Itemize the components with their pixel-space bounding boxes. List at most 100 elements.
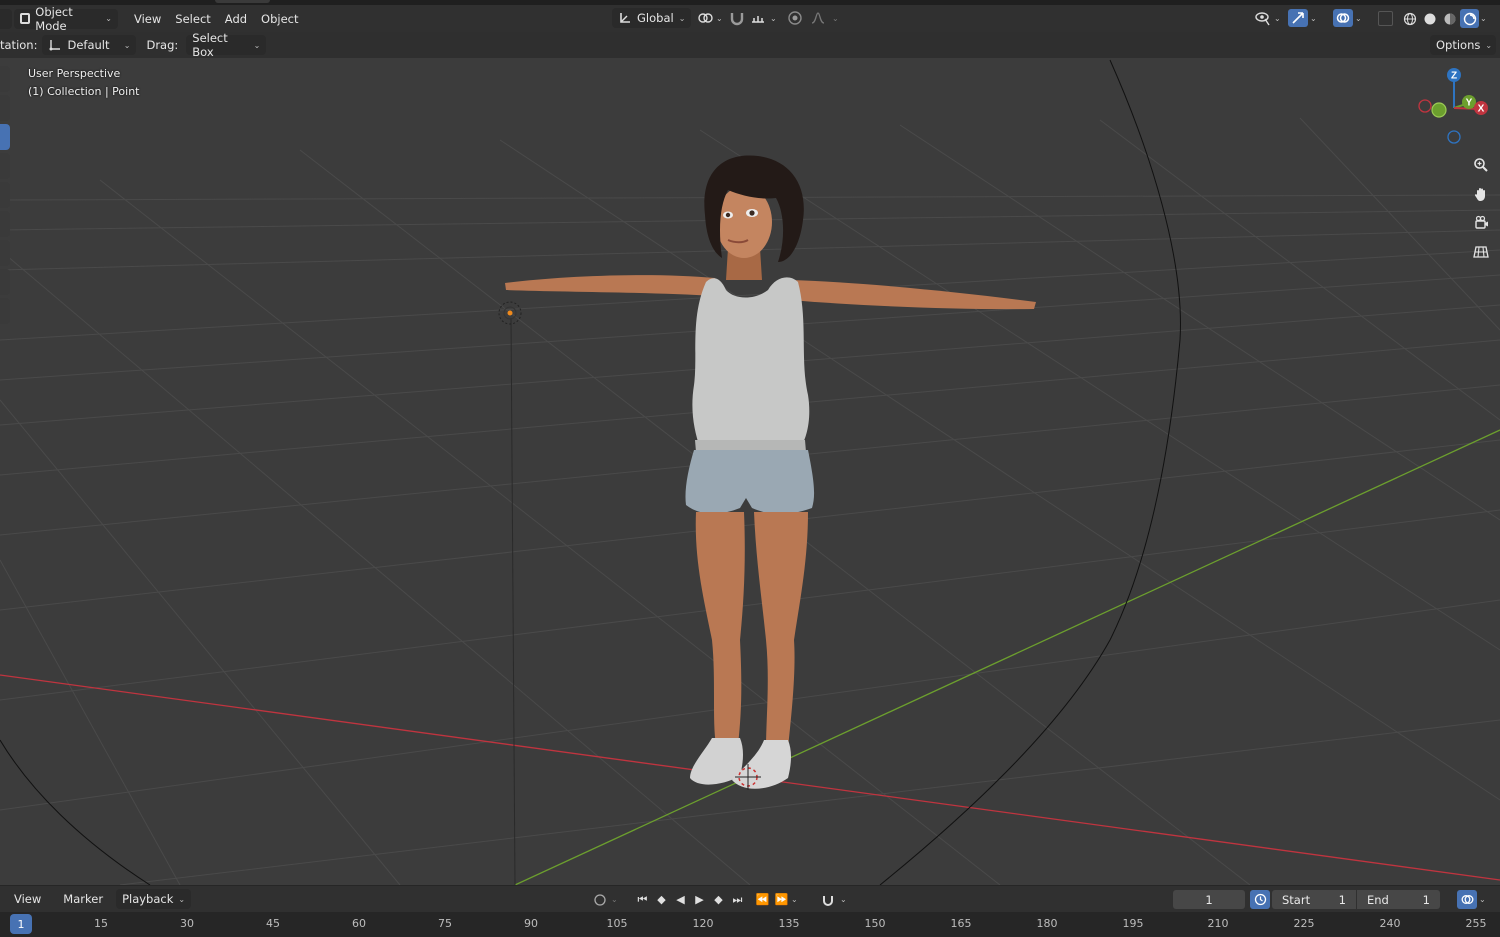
- character-model: [505, 155, 1036, 790]
- gizmo-icon: [1288, 9, 1308, 27]
- ruler-tick: 105: [606, 917, 628, 930]
- playhead-frame-indicator[interactable]: 1: [10, 914, 32, 934]
- solid-shading-icon[interactable]: [1420, 9, 1439, 28]
- timeline-ruler[interactable]: 1 15 30 45 60 75 90 105 120 135 150 165 …: [0, 912, 1500, 937]
- gizmo-toggle[interactable]: ⌄: [1288, 9, 1317, 27]
- proportional-editing[interactable]: ⌄: [786, 9, 839, 27]
- record-icon[interactable]: [590, 890, 609, 909]
- options-dropdown[interactable]: Options ⌄: [1430, 35, 1496, 55]
- chevron-down-icon: ⌄: [1479, 895, 1486, 904]
- mode-dropdown[interactable]: Object Mode ⌄: [14, 5, 118, 33]
- menu-add[interactable]: Add: [218, 9, 254, 29]
- tool-select-box[interactable]: [0, 66, 10, 92]
- timeline-playback-dropdown[interactable]: Playback ⌄: [116, 889, 192, 909]
- ruler-tick: 75: [438, 917, 452, 930]
- menu-object[interactable]: Object: [254, 9, 305, 29]
- gizmo-z-label: Z: [1451, 71, 1457, 82]
- chevron-down-icon: ⌄: [1310, 13, 1317, 23]
- xray-toggle-icon[interactable]: [1378, 11, 1393, 26]
- ruler-tick: 165: [950, 917, 972, 930]
- hand-pan-icon[interactable]: [1468, 181, 1494, 207]
- tool-annotate[interactable]: [0, 240, 10, 266]
- end-frame-field[interactable]: End 1: [1357, 890, 1440, 909]
- shading-modes[interactable]: ⌄: [1400, 9, 1487, 28]
- playback-controls: ⏮ ◆ ◀ ▶ ◆ ⏭ ⏪ ⏩ ⌄: [633, 890, 798, 909]
- orientation-axes-icon: [49, 40, 61, 51]
- next-keyframe-icon[interactable]: ◆: [709, 890, 728, 909]
- editor-type-edge[interactable]: [0, 8, 12, 29]
- tool-transform[interactable]: [0, 211, 10, 237]
- 3d-viewport[interactable]: User Perspective (1) Collection | Point …: [0, 58, 1500, 885]
- next-frame-icon[interactable]: ⏩: [772, 890, 791, 909]
- ruler-tick: 120: [692, 917, 714, 930]
- falloff-curve-icon: [811, 12, 825, 24]
- start-frame-field[interactable]: Start 1: [1272, 890, 1356, 909]
- keying-snap-controls[interactable]: ⌄: [818, 890, 847, 909]
- left-toolbar: [0, 66, 10, 327]
- chevron-down-icon: ⌄: [791, 895, 798, 904]
- chevron-down-icon: ⌄: [253, 40, 261, 50]
- preview-range-clock-icon[interactable]: [1250, 890, 1270, 909]
- tool-move-active[interactable]: [0, 124, 10, 150]
- orientation-field-label: tation:: [0, 38, 38, 52]
- transform-orientation-dropdown[interactable]: Global ⌄: [612, 8, 692, 28]
- object-mode-icon: [20, 13, 31, 24]
- zoom-icon[interactable]: [1468, 152, 1494, 178]
- camera-frustum-right: [879, 59, 1181, 885]
- tool-measure[interactable]: [0, 269, 10, 295]
- overlays-toggle[interactable]: ⌄: [1333, 9, 1362, 27]
- visibility-dropdown[interactable]: ⌄: [1254, 9, 1281, 27]
- orientation-setting-value: Default: [67, 38, 110, 52]
- playback-label: Playback: [122, 892, 174, 906]
- ruler-tick: 60: [352, 917, 366, 930]
- auto-keying-controls[interactable]: ⌄: [590, 890, 618, 909]
- timeline-menu-view[interactable]: View: [7, 889, 48, 909]
- navigation-gizmo[interactable]: Z Y X: [1412, 66, 1498, 152]
- chevron-down-icon: ⌄: [1480, 14, 1487, 23]
- chevron-down-icon: ⌄: [1485, 40, 1493, 50]
- ruler-tick: 225: [1293, 917, 1315, 930]
- orientation-label: Global: [637, 11, 674, 25]
- ruler-tick: 150: [864, 917, 886, 930]
- tool-add-cube[interactable]: [0, 298, 10, 324]
- prev-frame-icon[interactable]: ⏪: [753, 890, 772, 909]
- timeline-overlay-toggle[interactable]: ⌄: [1457, 890, 1486, 909]
- drag-dropdown[interactable]: Select Box ⌄: [186, 31, 267, 59]
- chevron-down-icon: ⌄: [716, 13, 723, 23]
- wireframe-shading-icon[interactable]: [1400, 9, 1419, 28]
- material-shading-icon[interactable]: [1440, 9, 1459, 28]
- tool-rotate[interactable]: [0, 153, 10, 179]
- overlays-icon: [1457, 890, 1477, 909]
- snap-magnet-icon[interactable]: [818, 890, 837, 909]
- gizmo-y-label: Y: [1466, 98, 1473, 109]
- collection-info-label: (1) Collection | Point: [28, 85, 140, 98]
- drag-value: Select Box: [192, 31, 228, 59]
- play-icon[interactable]: ▶: [690, 890, 709, 909]
- chevron-down-icon: ⌄: [1355, 13, 1362, 23]
- pivot-point-dropdown[interactable]: ⌄: [696, 9, 723, 27]
- current-frame-field[interactable]: 1: [1173, 890, 1245, 909]
- prev-keyframe-icon[interactable]: ◆: [652, 890, 671, 909]
- grid-view-icon[interactable]: [1468, 239, 1494, 265]
- play-reverse-icon[interactable]: ◀: [671, 890, 690, 909]
- workspace-tab-hint[interactable]: [215, 0, 270, 3]
- jump-end-icon[interactable]: ⏭: [728, 890, 747, 909]
- snap-controls[interactable]: ⌄: [728, 9, 777, 27]
- menu-select[interactable]: Select: [168, 9, 217, 29]
- start-label: Start: [1282, 892, 1311, 907]
- options-label: Options: [1436, 38, 1481, 52]
- orientation-setting-dropdown[interactable]: Default ⌄: [42, 35, 137, 55]
- ruler-tick: 240: [1379, 917, 1401, 930]
- tool-scale[interactable]: [0, 182, 10, 208]
- menu-view[interactable]: View: [127, 9, 168, 29]
- jump-start-icon[interactable]: ⏮: [633, 890, 652, 909]
- end-value: 1: [1422, 892, 1430, 907]
- camera-icon[interactable]: [1468, 210, 1494, 236]
- timeline-header: View Marker Playback ⌄ ⌄ ⏮ ◆ ◀ ▶ ◆ ⏭ ⏪ ⏩…: [0, 885, 1500, 912]
- end-label: End: [1367, 892, 1389, 907]
- rendered-shading-icon[interactable]: [1460, 9, 1479, 28]
- gizmo-x-label: X: [1478, 104, 1485, 115]
- timeline-menu-marker[interactable]: Marker: [56, 889, 110, 909]
- tool-cursor[interactable]: [0, 95, 10, 121]
- start-value: 1: [1338, 892, 1346, 907]
